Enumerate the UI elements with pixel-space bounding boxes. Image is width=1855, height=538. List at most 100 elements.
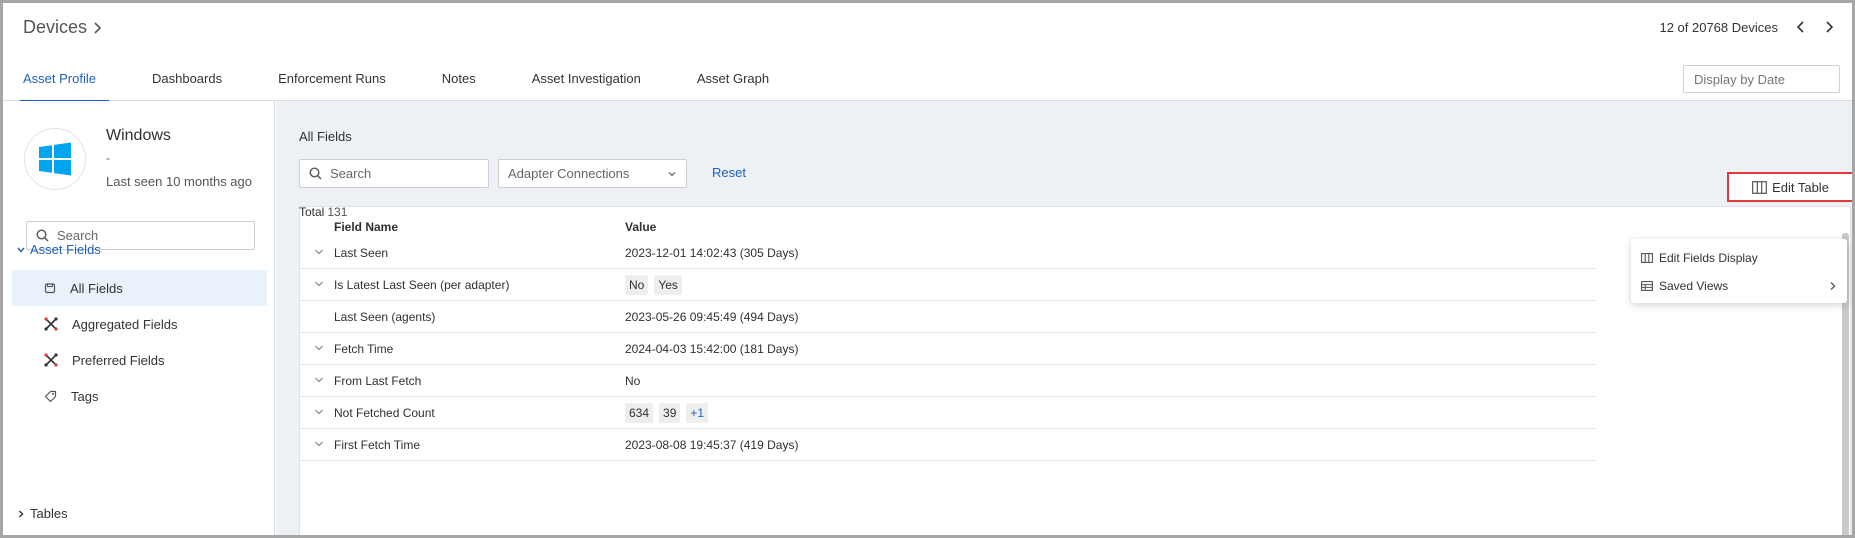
panel-title: All Fields bbox=[299, 129, 352, 144]
windows-logo-icon bbox=[39, 142, 71, 176]
value-chip: Yes bbox=[654, 275, 682, 295]
chevron-down-icon[interactable] bbox=[313, 406, 325, 418]
menu-item-label: Saved Views bbox=[1659, 279, 1729, 293]
table-row[interactable]: Not Fetched Count 634 39 +1 bbox=[300, 397, 1596, 429]
display-by-date-input[interactable] bbox=[1683, 65, 1840, 93]
table-row[interactable]: Last Seen (agents) 2023-05-26 09:45:49 (… bbox=[300, 301, 1596, 333]
header: Devices 12 of 20768 Devices Asset Profil… bbox=[3, 3, 1852, 102]
tab-asset-graph[interactable]: Asset Graph bbox=[697, 61, 769, 101]
search-icon bbox=[36, 229, 49, 242]
sidebar-item-label: Aggregated Fields bbox=[72, 316, 178, 332]
chevron-down-icon bbox=[668, 171, 676, 176]
field-name: Not Fetched Count bbox=[334, 406, 435, 420]
edit-table-menu: Edit Fields Display Saved Views bbox=[1631, 239, 1847, 303]
section-tables[interactable]: Tables bbox=[16, 506, 68, 521]
menu-item-label: Edit Fields Display bbox=[1659, 251, 1758, 265]
cube-icon bbox=[44, 283, 56, 294]
table-row[interactable]: Is Latest Last Seen (per adapter) No Yes bbox=[300, 269, 1596, 301]
app-window: Devices 12 of 20768 Devices Asset Profil… bbox=[0, 0, 1855, 538]
breadcrumb[interactable]: Devices bbox=[23, 17, 103, 38]
field-name: Last Seen bbox=[334, 246, 389, 260]
tab-notes[interactable]: Notes bbox=[442, 61, 476, 101]
reset-link[interactable]: Reset bbox=[712, 165, 746, 180]
device-name: Windows bbox=[106, 127, 171, 144]
section-asset-fields-label: Asset Fields bbox=[30, 242, 101, 257]
field-value: 634 39 +1 bbox=[625, 403, 709, 423]
chevron-down-icon[interactable] bbox=[313, 246, 325, 258]
chevron-right-icon bbox=[19, 510, 24, 517]
table-row[interactable]: Fetch Time 2024-04-03 15:42:00 (181 Days… bbox=[300, 333, 1596, 365]
total-label: Total bbox=[299, 205, 325, 219]
field-name: Fetch Time bbox=[334, 342, 394, 356]
columns-icon bbox=[1752, 180, 1767, 194]
table-row[interactable]: From Last Fetch No bbox=[300, 365, 1596, 397]
column-header-field-name[interactable]: Field Name bbox=[334, 220, 398, 234]
sidebar-item-aggregated-fields[interactable]: Aggregated Fields bbox=[12, 306, 267, 342]
chevron-right-icon bbox=[1826, 21, 1834, 33]
field-name: Is Latest Last Seen (per adapter) bbox=[334, 278, 510, 292]
edit-table-button[interactable]: Edit Table bbox=[1727, 172, 1852, 202]
fields-table: Field Name Value Last Seen 2023-12-01 14… bbox=[299, 206, 1851, 535]
field-name: From Last Fetch bbox=[334, 374, 422, 388]
tab-asset-profile[interactable]: Asset Profile bbox=[20, 61, 109, 102]
next-device-button[interactable] bbox=[1822, 18, 1838, 36]
table-row[interactable]: Last Seen 2023-12-01 14:02:43 (305 Days) bbox=[300, 237, 1596, 269]
device-pager: 12 of 20768 Devices bbox=[1659, 18, 1838, 36]
column-header-value[interactable]: Value bbox=[625, 220, 656, 234]
main-panel: All Fields Adapter Connections Reset Fie… bbox=[276, 101, 1852, 535]
sidebar-item-all-fields[interactable]: All Fields bbox=[12, 270, 267, 306]
pager-text: 12 of 20768 Devices bbox=[1659, 19, 1778, 35]
section-asset-fields[interactable]: Asset Fields bbox=[16, 242, 101, 257]
tag-icon bbox=[44, 390, 57, 402]
breadcrumb-devices[interactable]: Devices bbox=[23, 17, 87, 38]
device-avatar bbox=[24, 128, 86, 190]
chevron-right-icon bbox=[1830, 282, 1836, 290]
edit-table-label: Edit Table bbox=[1772, 179, 1829, 195]
device-last-seen: Last seen 10 months ago bbox=[106, 174, 252, 189]
sidebar-item-label: Tags bbox=[71, 388, 99, 404]
aggregate-icon bbox=[44, 353, 58, 367]
total-value: 131 bbox=[327, 205, 348, 219]
sidebar-search-input[interactable] bbox=[57, 228, 237, 243]
total-count: Total 131 bbox=[299, 205, 347, 219]
field-value: No bbox=[625, 374, 641, 388]
menu-item-edit-fields-display[interactable]: Edit Fields Display bbox=[1631, 245, 1847, 271]
value-chip: No bbox=[625, 275, 649, 295]
menu-item-saved-views[interactable]: Saved Views bbox=[1631, 273, 1847, 299]
field-value: 2023-12-01 14:02:43 (305 Days) bbox=[625, 246, 799, 260]
sidebar-item-preferred-fields[interactable]: Preferred Fields bbox=[12, 342, 267, 378]
sidebar-item-label: All Fields bbox=[70, 280, 123, 296]
value-chip: 634 bbox=[625, 403, 654, 423]
tab-bar: Asset Profile Dashboards Enforcement Run… bbox=[3, 61, 805, 102]
value-chip: 39 bbox=[659, 403, 681, 423]
tab-enforcement-runs[interactable]: Enforcement Runs bbox=[278, 61, 386, 101]
chevron-left-icon bbox=[1796, 21, 1804, 33]
device-subtitle: - bbox=[106, 151, 110, 165]
adapter-connections-select[interactable]: Adapter Connections bbox=[498, 159, 687, 188]
sidebar-item-tags[interactable]: Tags bbox=[12, 378, 267, 414]
field-value: 2023-08-08 19:45:37 (419 Days) bbox=[625, 438, 799, 452]
fields-search-input[interactable] bbox=[330, 166, 480, 181]
chevron-down-icon bbox=[17, 247, 25, 253]
field-value: 2024-04-03 15:42:00 (181 Days) bbox=[625, 342, 799, 356]
field-value: No Yes bbox=[625, 275, 682, 295]
fields-search bbox=[299, 159, 489, 188]
chevron-down-icon[interactable] bbox=[313, 278, 325, 290]
chevron-down-icon[interactable] bbox=[313, 374, 325, 386]
aggregate-icon bbox=[44, 317, 58, 331]
chevron-down-icon[interactable] bbox=[313, 342, 325, 354]
tab-asset-investigation[interactable]: Asset Investigation bbox=[532, 61, 641, 101]
chevron-down-icon[interactable] bbox=[313, 438, 325, 450]
table-row[interactable]: First Fetch Time 2023-08-08 19:45:37 (41… bbox=[300, 429, 1596, 461]
field-value: 2023-05-26 09:45:49 (494 Days) bbox=[625, 310, 799, 324]
adapter-select-value: Adapter Connections bbox=[508, 166, 630, 181]
field-name: First Fetch Time bbox=[334, 438, 421, 452]
search-icon bbox=[309, 167, 322, 180]
section-tables-label: Tables bbox=[30, 506, 68, 521]
columns-icon bbox=[1641, 253, 1653, 263]
prev-device-button[interactable] bbox=[1792, 18, 1808, 36]
tab-dashboards[interactable]: Dashboards bbox=[152, 61, 222, 101]
chevron-right-icon bbox=[94, 21, 102, 34]
sidebar: Windows - Last seen 10 months ago Asset … bbox=[6, 101, 275, 535]
more-values-chip[interactable]: +1 bbox=[686, 403, 709, 423]
